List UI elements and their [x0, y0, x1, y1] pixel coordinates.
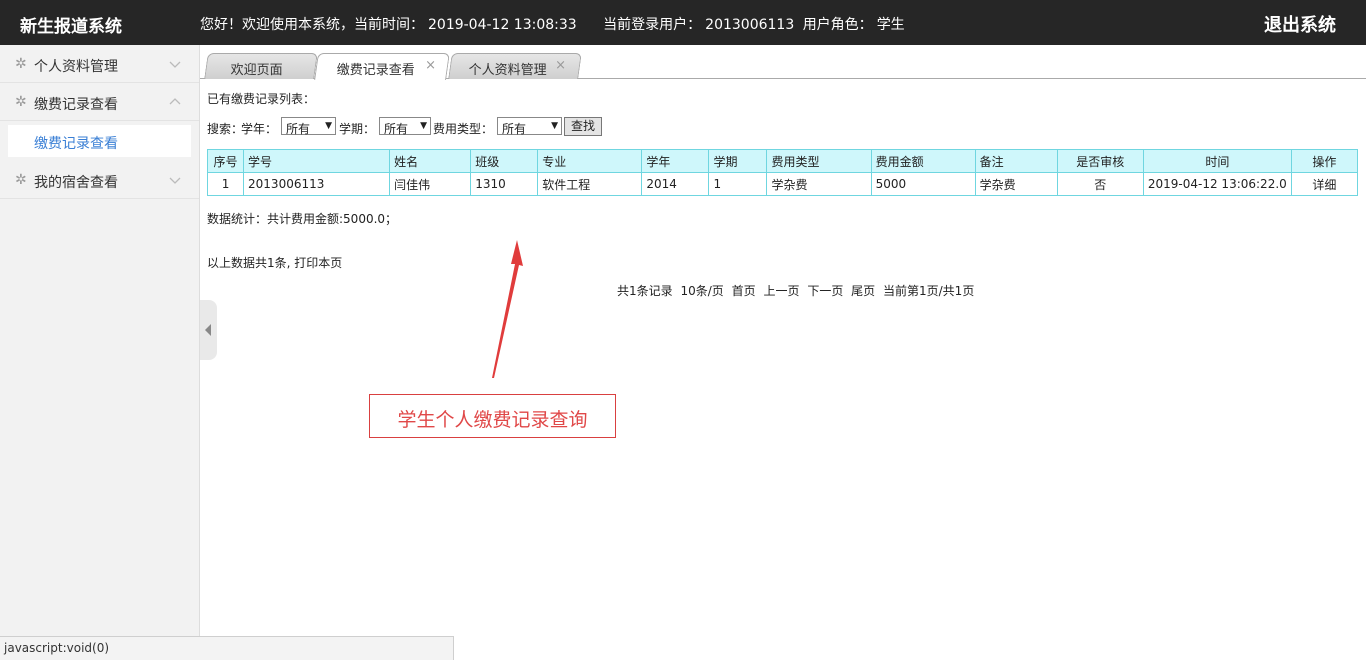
- annotation-arrow: [492, 240, 523, 378]
- cell-class: 1310: [470, 172, 539, 196]
- column-header: 学期: [708, 149, 768, 173]
- list-caption: 已有缴费记录列表：: [207, 92, 316, 106]
- column-header: 学年: [641, 149, 710, 173]
- dropdown-arrow-icon: ▼: [420, 121, 427, 131]
- app-title: 新生报道系统: [20, 17, 122, 37]
- pager-last[interactable]: 尾页: [851, 284, 875, 298]
- column-header: 专业: [537, 149, 643, 173]
- pager-current: 当前第1页/共1页: [883, 284, 975, 298]
- column-header: 是否审核: [1056, 149, 1144, 173]
- dropdown-arrow-icon: ▼: [325, 121, 332, 131]
- user-label: 当前登录用户：: [603, 17, 702, 33]
- annotation-text: 学生个人缴费记录查询: [397, 409, 588, 431]
- sidebar: ✲ 个人资料管理 ✲ 缴费记录查看 缴费记录查看 ✲ 我的宿舍查看: [0, 45, 200, 660]
- gear-icon: ✲: [15, 56, 27, 72]
- detail-link[interactable]: 详细: [1290, 172, 1359, 196]
- browser-status-bar: javascript:void(0): [0, 636, 454, 660]
- close-icon[interactable]: ×: [425, 58, 436, 73]
- fee-type-select[interactable]: 所有 ▼: [497, 117, 562, 136]
- term-select-value: 所有: [384, 122, 409, 136]
- table-header-row: 序号 学号 姓名 班级 专业 学年 学期 费用类型 费用金额 备注 是否审核 时…: [206, 149, 1359, 173]
- sidebar-submenu: 缴费记录查看: [0, 121, 199, 161]
- user-role: 学生: [876, 17, 905, 33]
- cell-student-id: 2013006113: [243, 172, 391, 196]
- user-id: 2013006113: [705, 17, 795, 33]
- tab-profile[interactable]: 个人资料管理 ×: [448, 53, 582, 79]
- logout-button[interactable]: 退出系统: [1264, 11, 1336, 37]
- close-icon[interactable]: ×: [555, 58, 566, 73]
- tab-label: 缴费记录查看: [336, 63, 415, 78]
- chevron-left-icon: [205, 324, 211, 336]
- pager-first[interactable]: 首页: [732, 284, 756, 298]
- table-row: 1 2013006113 闫佳伟 1310 软件工程 2014 1 学杂费 50…: [206, 172, 1359, 196]
- cell-reviewed: 否: [1056, 172, 1144, 196]
- year-select-value: 所有: [286, 122, 311, 136]
- total-and-print[interactable]: 以上数据共1条, 打印本页: [207, 254, 342, 271]
- pager-records: 共1条记录: [617, 284, 673, 298]
- greeting-text: 您好！欢迎使用本系统，当前时间：: [200, 17, 424, 33]
- column-header: 班级: [470, 149, 539, 173]
- pager-next[interactable]: 下一页: [807, 284, 843, 298]
- welcome-info: 您好！欢迎使用本系统，当前时间： 2019-04-12 13:08:33 当前登录…: [200, 14, 909, 34]
- sidebar-group-profile[interactable]: ✲ 个人资料管理: [0, 45, 199, 83]
- tab-bar: 欢迎页面 缴费记录查看 × 个人资料管理 ×: [200, 45, 1366, 80]
- gear-icon: ✲: [15, 172, 27, 188]
- gear-icon: ✲: [15, 94, 27, 110]
- pager-per-page: 10条/页: [680, 284, 724, 298]
- term-label: 学期：: [339, 122, 376, 136]
- top-bar: 新生报道系统 您好！欢迎使用本系统，当前时间： 2019-04-12 13:08:…: [0, 0, 1366, 45]
- sidebar-collapse-handle[interactable]: [200, 300, 217, 360]
- search-label: 搜索：: [207, 122, 244, 136]
- cell-remark: 学杂费: [974, 172, 1058, 196]
- chevron-up-icon: [169, 98, 181, 105]
- sidebar-group-payments[interactable]: ✲ 缴费记录查看: [0, 83, 199, 121]
- term-select[interactable]: 所有 ▼: [379, 117, 431, 136]
- tab-label: 个人资料管理: [468, 63, 547, 78]
- cell-amount: 5000: [870, 172, 976, 196]
- sidebar-group-dorm[interactable]: ✲ 我的宿舍查看: [0, 161, 199, 199]
- chevron-down-icon: [169, 177, 181, 184]
- cell-time: 2019-04-12 13:06:22.0: [1142, 172, 1292, 196]
- cell-name: 闫佳伟: [389, 172, 472, 196]
- role-label: 用户角色：: [802, 17, 873, 33]
- cell-index: 1: [206, 172, 245, 196]
- column-header: 备注: [974, 149, 1058, 173]
- column-header: 费用金额: [870, 149, 976, 173]
- year-select[interactable]: 所有 ▼: [281, 117, 336, 136]
- column-header: 学号: [243, 149, 391, 173]
- find-button[interactable]: 查找: [564, 117, 602, 136]
- tab-payment-records[interactable]: 缴费记录查看 ×: [314, 53, 450, 80]
- annotation-callout: 学生个人缴费记录查询: [369, 394, 616, 438]
- sidebar-group-label: 我的宿舍查看: [34, 175, 118, 191]
- fee-type-label: 费用类型：: [433, 122, 494, 136]
- payment-records-table: 序号 学号 姓名 班级 专业 学年 学期 费用类型 费用金额 备注 是否审核 时…: [206, 149, 1359, 196]
- column-header: 费用类型: [766, 149, 872, 173]
- cell-fee-type: 学杂费: [766, 172, 872, 196]
- chevron-down-icon: [169, 61, 181, 68]
- sidebar-item-label: 缴费记录查看: [34, 136, 118, 152]
- data-statistics: 数据统计：共计费用金额:5000.0；: [207, 212, 398, 226]
- sidebar-group-label: 个人资料管理: [34, 59, 118, 75]
- year-label: 学年：: [241, 122, 278, 136]
- column-header: 操作: [1290, 149, 1359, 173]
- current-time: 2019-04-12 13:08:33: [428, 17, 577, 33]
- column-header: 姓名: [389, 149, 472, 173]
- cell-year: 2014: [641, 172, 710, 196]
- status-url: javascript:void(0): [4, 641, 110, 655]
- pager-prev[interactable]: 上一页: [763, 284, 799, 298]
- pagination: 共1条记录 10条/页 首页 上一页 下一页 尾页 当前第1页/共1页: [617, 282, 978, 299]
- tab-label: 欢迎页面: [230, 63, 283, 78]
- sidebar-group-label: 缴费记录查看: [34, 97, 118, 113]
- cell-major: 软件工程: [537, 172, 643, 196]
- fee-type-select-value: 所有: [502, 122, 527, 136]
- column-header: 序号: [206, 149, 245, 173]
- column-header: 时间: [1142, 149, 1292, 173]
- cell-term: 1: [708, 172, 768, 196]
- tab-welcome[interactable]: 欢迎页面: [204, 53, 318, 79]
- sidebar-item-payment-records[interactable]: 缴费记录查看: [8, 125, 191, 157]
- dropdown-arrow-icon: ▼: [551, 121, 558, 131]
